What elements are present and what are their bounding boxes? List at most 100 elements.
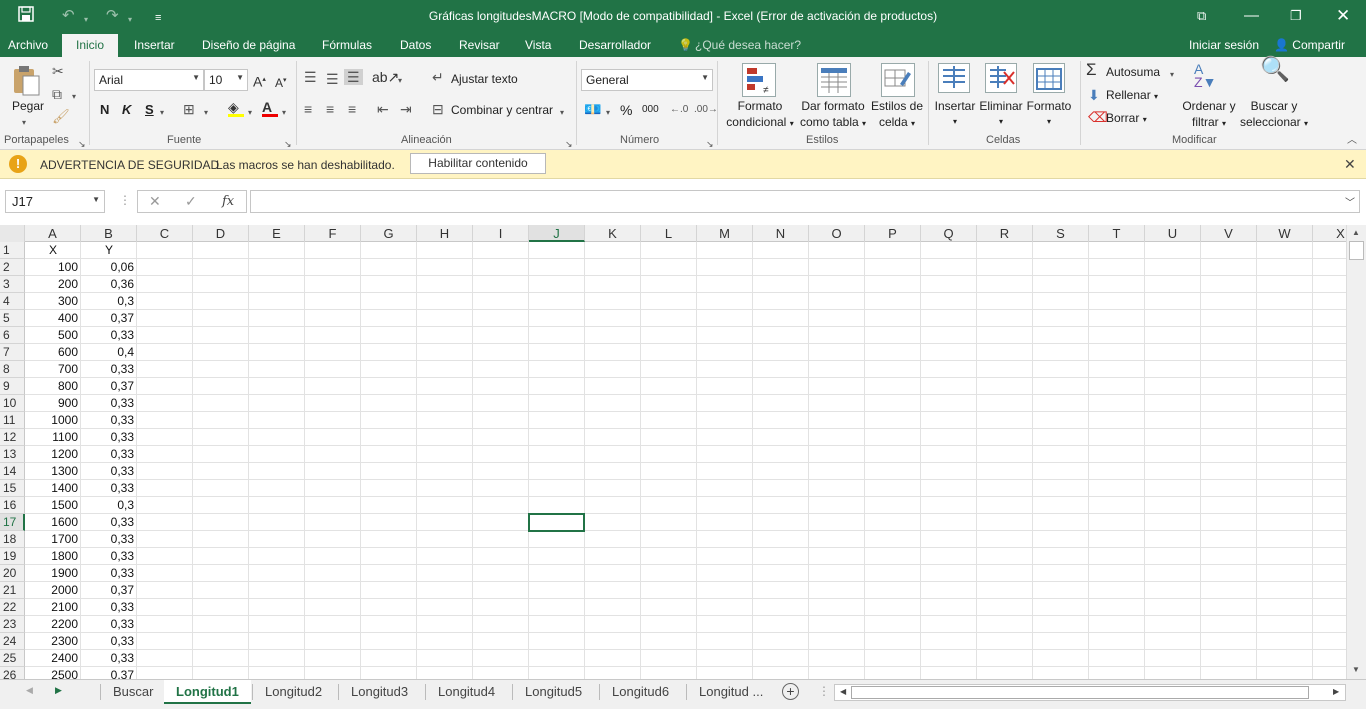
copy-icon[interactable]: ⧉ xyxy=(52,86,62,102)
column-header[interactable]: A xyxy=(25,225,81,242)
table-cell[interactable]: 500 xyxy=(25,327,81,344)
column-header[interactable]: W xyxy=(1257,225,1313,242)
tell-me-input[interactable]: ¿Qué desea hacer? xyxy=(695,38,801,52)
tab-formulas[interactable]: Fórmulas xyxy=(322,38,372,52)
table-cell[interactable]: 0,33 xyxy=(81,616,137,633)
align-right-icon[interactable]: ≡ xyxy=(348,101,356,117)
column-header[interactable]: K xyxy=(585,225,641,242)
row-header[interactable]: 21 xyxy=(0,582,25,599)
paste-label[interactable]: Pegar xyxy=(12,99,44,113)
row-header[interactable]: 22 xyxy=(0,599,25,616)
row-header[interactable]: 26 xyxy=(0,667,25,679)
column-header[interactable]: L xyxy=(641,225,697,242)
table-cell[interactable]: 0,33 xyxy=(81,514,137,531)
increase-font-icon[interactable]: A▴ xyxy=(253,72,266,90)
table-cell[interactable]: 1500 xyxy=(25,497,81,514)
column-header[interactable]: X xyxy=(1313,225,1346,242)
table-cell[interactable]: 0,33 xyxy=(81,361,137,378)
sheet-tab-longitud1[interactable]: Longitud1 xyxy=(164,680,251,704)
row-header[interactable]: 8 xyxy=(0,361,25,378)
table-cell[interactable]: 0,33 xyxy=(81,327,137,344)
delete-cells-button[interactable]: Eliminar ▾ xyxy=(978,98,1024,130)
table-cell[interactable]: 0,33 xyxy=(81,633,137,650)
table-cell[interactable]: 0,33 xyxy=(81,412,137,429)
table-cell[interactable]: Y xyxy=(81,242,137,259)
table-cell[interactable]: 1200 xyxy=(25,446,81,463)
column-header[interactable]: O xyxy=(809,225,865,242)
table-cell[interactable]: 1900 xyxy=(25,565,81,582)
fill-color-icon[interactable]: ◈ xyxy=(228,99,244,117)
table-cell[interactable]: 0,37 xyxy=(81,667,137,679)
vertical-scrollbar[interactable]: ▲ ▼ xyxy=(1346,225,1366,679)
orientation-icon[interactable]: ab↗ xyxy=(372,69,399,85)
column-header[interactable]: N xyxy=(753,225,809,242)
table-cell[interactable]: 0,33 xyxy=(81,395,137,412)
tab-revisar[interactable]: Revisar xyxy=(459,38,500,52)
thousands-button[interactable]: 000 xyxy=(642,104,659,115)
horizontal-scroll-thumb[interactable] xyxy=(851,686,1309,699)
column-header[interactable]: J xyxy=(529,225,585,242)
table-cell[interactable]: 0,36 xyxy=(81,276,137,293)
enable-content-button[interactable]: Habilitar contenido xyxy=(410,153,546,174)
ribbon-display-options-icon[interactable]: ⧉ xyxy=(1197,6,1206,26)
row-header[interactable]: 19 xyxy=(0,548,25,565)
currency-dropdown-icon[interactable]: ▾ xyxy=(606,105,610,121)
column-header[interactable]: M xyxy=(697,225,753,242)
number-format-combo[interactable]: General ▼ xyxy=(581,69,713,91)
copy-dropdown-icon[interactable]: ▾ xyxy=(72,89,76,105)
autosum-button[interactable]: Autosuma xyxy=(1106,65,1160,79)
close-warning-icon[interactable]: ✕ xyxy=(1344,156,1356,173)
sheet-tab-longitud6[interactable]: Longitud6 xyxy=(600,680,681,704)
decrease-font-icon[interactable]: A▾ xyxy=(275,73,287,91)
table-cell[interactable]: 2500 xyxy=(25,667,81,679)
decrease-indent-icon[interactable]: ⇤ xyxy=(377,101,389,117)
font-size-combo[interactable]: 10 ▼ xyxy=(204,69,248,91)
formula-bar[interactable]: ﹀ xyxy=(250,190,1360,213)
find-select-button[interactable]: Buscar y seleccionar ▾ xyxy=(1238,98,1310,132)
column-header[interactable]: V xyxy=(1201,225,1257,242)
cut-icon[interactable]: ✂ xyxy=(52,63,64,79)
column-header[interactable]: B xyxy=(81,225,137,242)
tab-diseno-pagina[interactable]: Diseño de página xyxy=(202,38,295,52)
row-header[interactable]: 7 xyxy=(0,344,25,361)
table-cell[interactable]: 0,33 xyxy=(81,446,137,463)
restore-icon[interactable]: ❐ xyxy=(1290,6,1302,26)
table-cell[interactable]: 1700 xyxy=(25,531,81,548)
scroll-down-icon[interactable]: ▼ xyxy=(1352,665,1360,674)
table-cell[interactable]: 0,33 xyxy=(81,429,137,446)
table-cell[interactable]: 800 xyxy=(25,378,81,395)
increase-decimal-icon[interactable]: ←.0 xyxy=(670,102,688,118)
row-header[interactable]: 23 xyxy=(0,616,25,633)
column-header[interactable]: H xyxy=(417,225,473,242)
conditional-format-button[interactable]: Formato condicional ▾ xyxy=(722,98,798,132)
column-header[interactable]: D xyxy=(193,225,249,242)
currency-icon[interactable]: 💶 xyxy=(584,101,601,117)
paste-icon[interactable] xyxy=(12,63,42,97)
name-box[interactable]: J17 ▼ xyxy=(5,190,105,213)
table-cell[interactable]: 2200 xyxy=(25,616,81,633)
column-header[interactable]: T xyxy=(1089,225,1145,242)
font-color-icon[interactable]: A xyxy=(262,99,278,117)
table-cell[interactable]: 2400 xyxy=(25,650,81,667)
table-cell[interactable]: 0,37 xyxy=(81,378,137,395)
borders-dropdown-icon[interactable]: ▾ xyxy=(204,105,208,121)
table-cell[interactable]: 100 xyxy=(25,259,81,276)
confirm-icon[interactable]: ✓ xyxy=(185,193,197,210)
table-cell[interactable]: 2000 xyxy=(25,582,81,599)
share-button[interactable]: 👤 Compartir xyxy=(1274,38,1345,52)
row-header[interactable]: 15 xyxy=(0,480,25,497)
tab-split-handle-icon[interactable]: ⋮ xyxy=(818,684,830,698)
table-cell[interactable]: 0,33 xyxy=(81,548,137,565)
row-header[interactable]: 12 xyxy=(0,429,25,446)
insert-cells-button[interactable]: Insertar ▾ xyxy=(932,98,978,130)
sheet-tab-longitud4[interactable]: Longitud4 xyxy=(426,680,507,704)
signin-link[interactable]: Iniciar sesión xyxy=(1189,38,1259,52)
decrease-decimal-icon[interactable]: .00→ xyxy=(694,102,718,118)
paste-dropdown-icon[interactable]: ▾ xyxy=(22,115,26,131)
clear-button[interactable]: Borrar ▾ xyxy=(1106,111,1147,125)
merge-dropdown-icon[interactable]: ▾ xyxy=(560,105,564,121)
table-cell[interactable]: 0,33 xyxy=(81,599,137,616)
horizontal-scrollbar[interactable]: ◀ ▶ xyxy=(834,684,1346,701)
row-header[interactable]: 11 xyxy=(0,412,25,429)
row-header[interactable]: 24 xyxy=(0,633,25,650)
